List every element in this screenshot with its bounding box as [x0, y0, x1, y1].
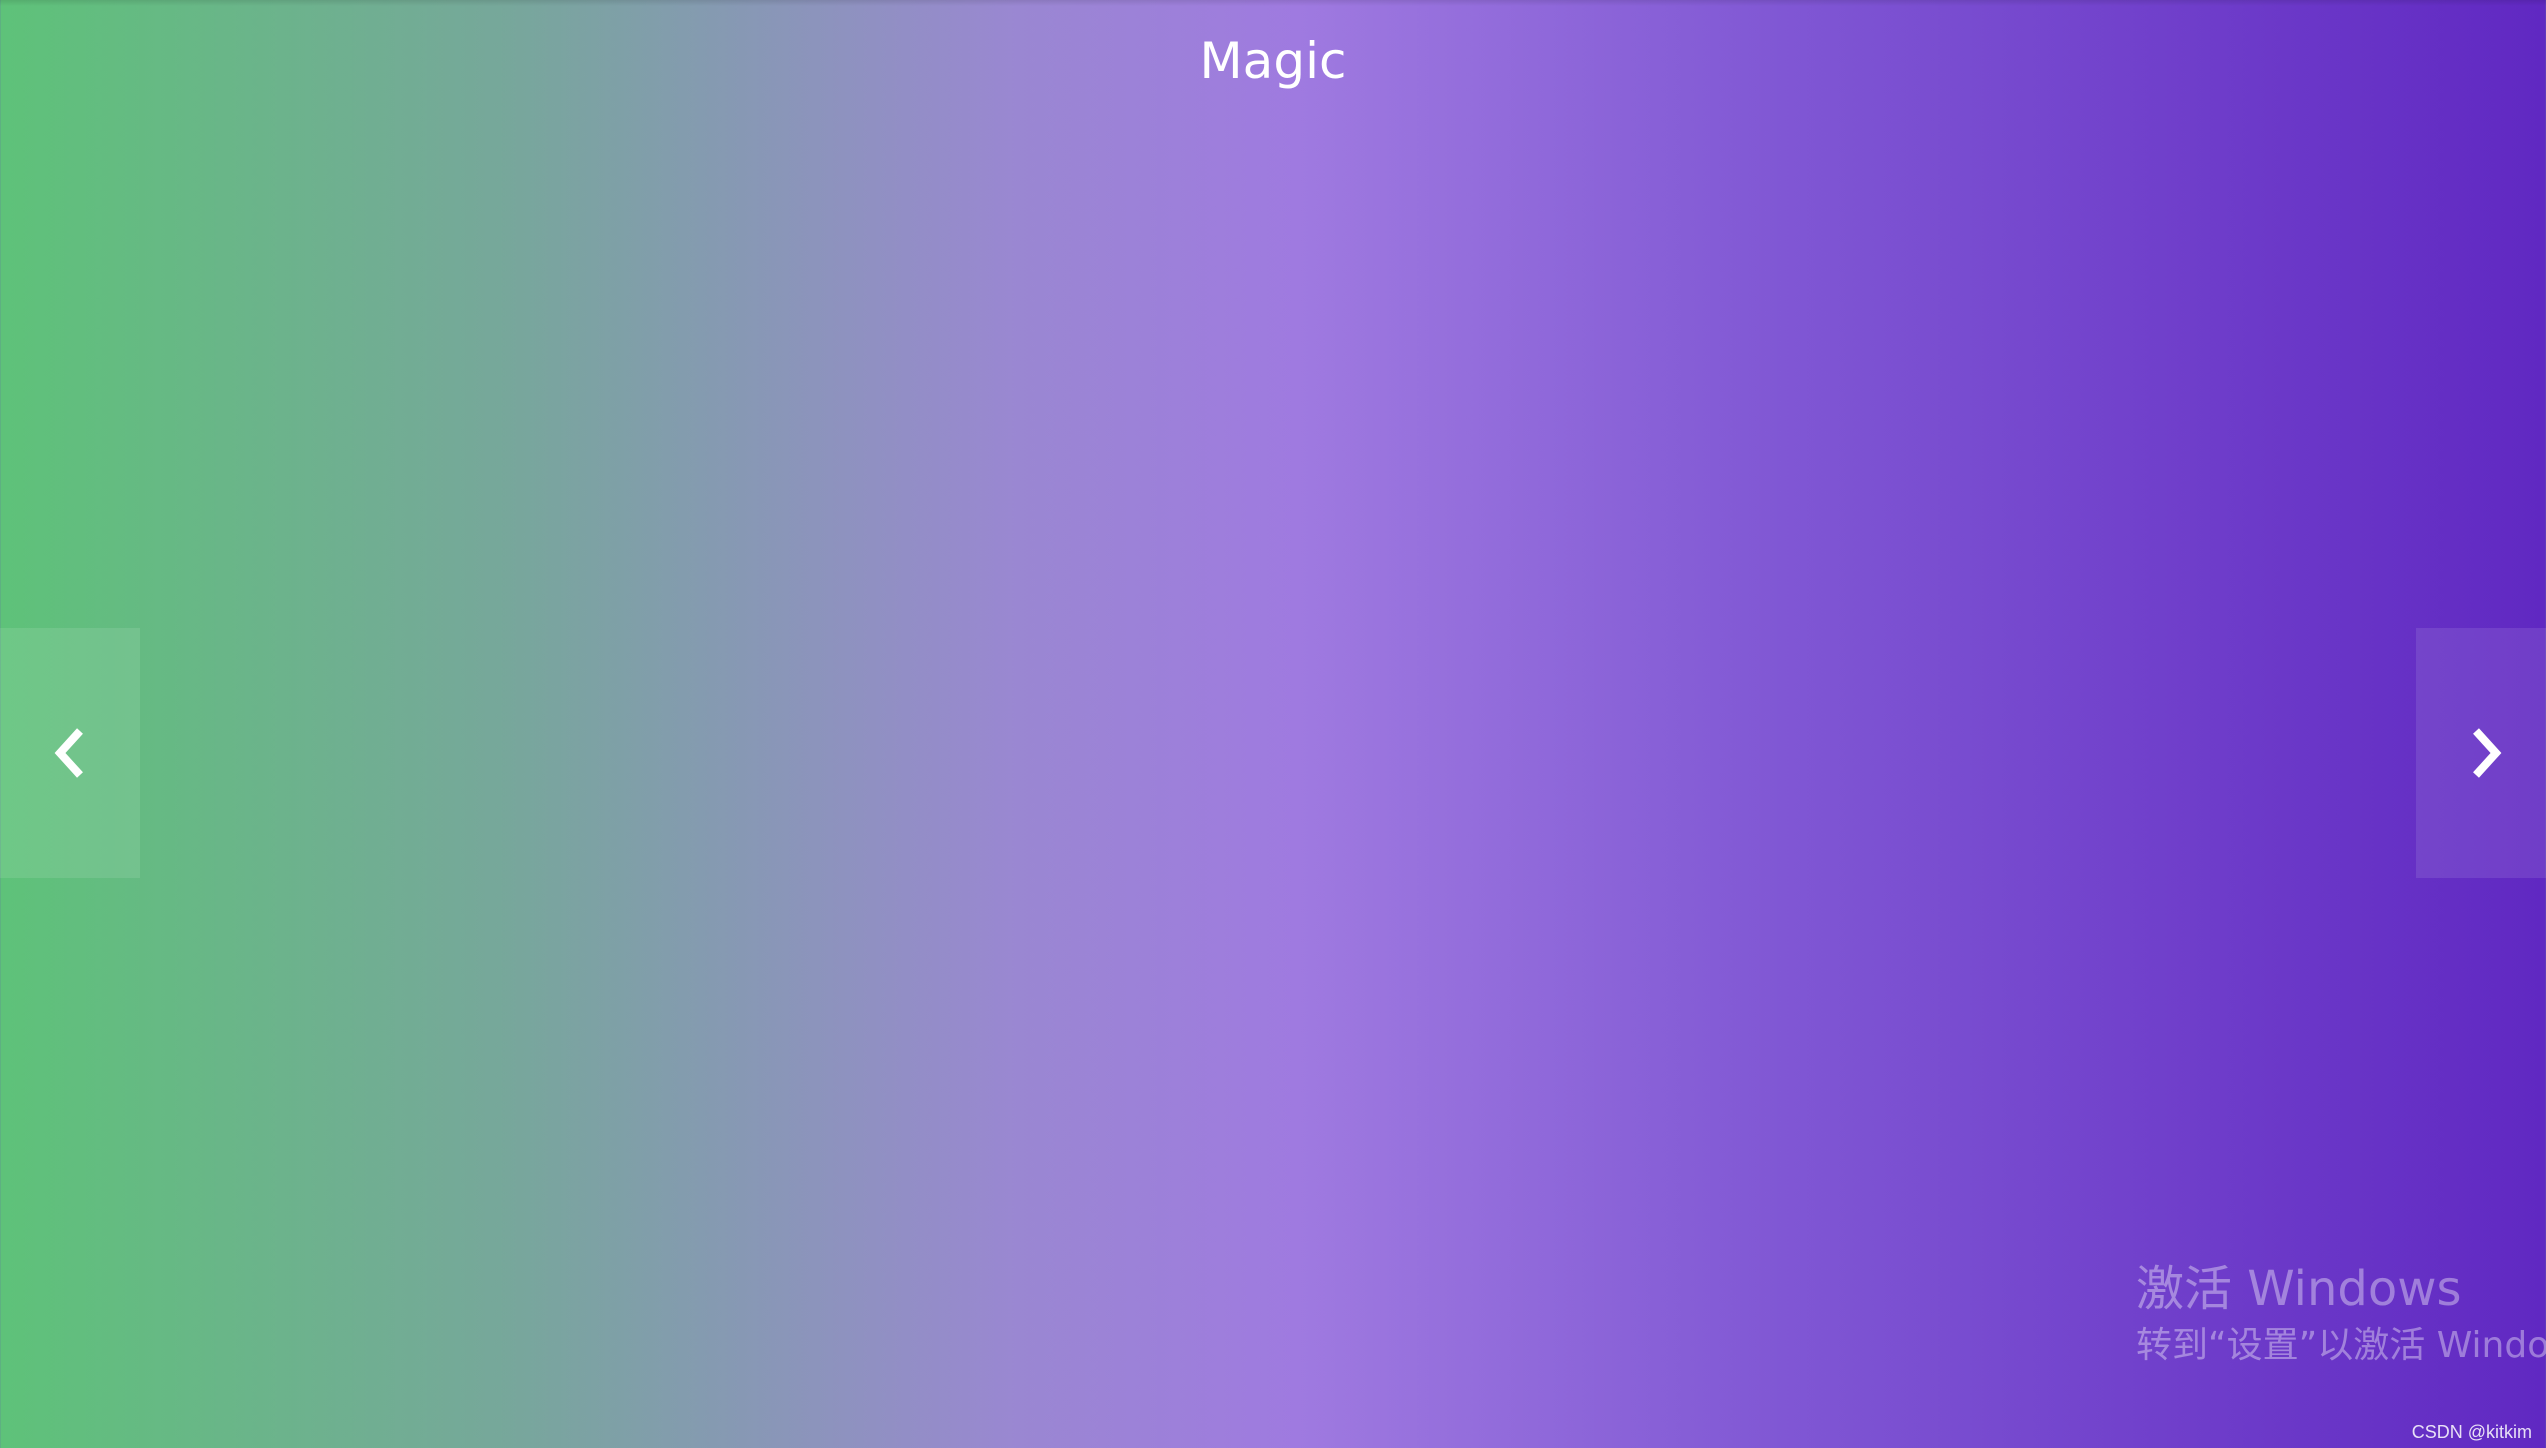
carousel-prev-button[interactable] — [0, 628, 140, 878]
chevron-right-icon — [2473, 728, 2502, 778]
chevron-left-icon — [54, 728, 83, 778]
top-shadow — [0, 0, 2546, 6]
activation-watermark: 激活 Windows 转到“设置”以激活 Windows。 — [2136, 1256, 2546, 1370]
credit-text: CSDN @kitkim — [2411, 1422, 2532, 1442]
watermark-line-1: 激活 Windows — [2136, 1261, 2462, 1317]
carousel-next-button[interactable] — [2416, 628, 2546, 878]
watermark-line-2: 转到“设置”以激活 Windows。 — [2136, 1325, 2546, 1366]
page-title: Magic — [1199, 32, 1347, 90]
